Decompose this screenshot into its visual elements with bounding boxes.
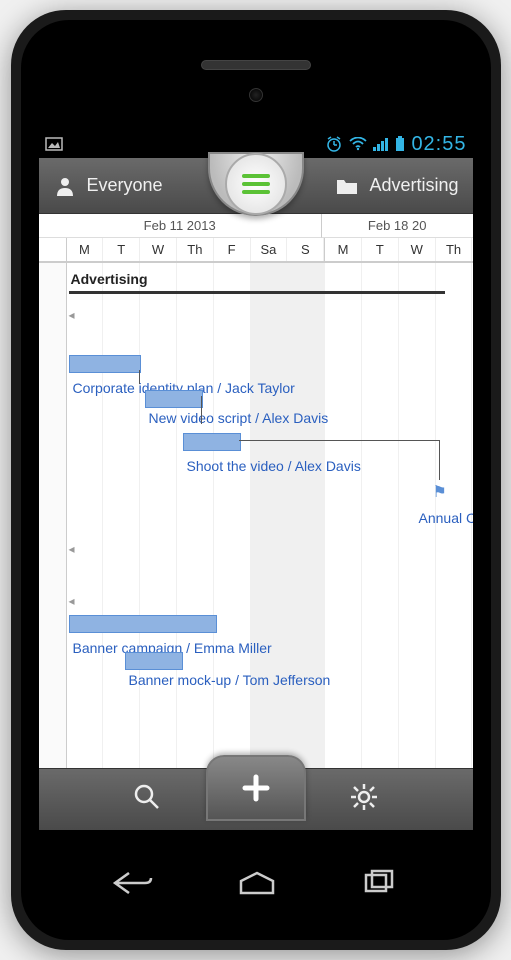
home-button[interactable] bbox=[235, 869, 279, 902]
recent-apps-button[interactable] bbox=[360, 869, 400, 902]
day-col: W bbox=[399, 238, 436, 261]
task-bar[interactable] bbox=[69, 615, 217, 633]
signal-icon bbox=[373, 137, 389, 151]
gantt-row: ◂ bbox=[39, 586, 473, 612]
task-label[interactable]: Annual Con bbox=[419, 510, 473, 526]
phone-inner: 02:55 Everyone bbox=[21, 20, 491, 940]
connector-line bbox=[201, 396, 202, 424]
gantt-row bbox=[39, 612, 473, 638]
connector-line bbox=[139, 370, 140, 384]
plus-icon bbox=[239, 771, 273, 805]
week2-label: Feb 18 20 bbox=[321, 214, 473, 238]
gantt-row bbox=[39, 352, 473, 378]
week1-label: Feb 11 2013 bbox=[39, 214, 321, 238]
back-button[interactable] bbox=[111, 869, 155, 902]
gantt-row: ◂ bbox=[39, 300, 473, 326]
task-bar[interactable] bbox=[69, 355, 141, 373]
gantt-row: Banner campaign / Emma Miller bbox=[39, 638, 473, 664]
task-bar[interactable] bbox=[125, 652, 183, 670]
day-col: M bbox=[324, 238, 362, 261]
day-col: Th bbox=[436, 238, 473, 261]
day-col: Sa bbox=[251, 238, 288, 261]
task-label[interactable]: New video script / Alex Davis bbox=[149, 410, 329, 426]
collapse-icon[interactable]: ◂ bbox=[69, 542, 75, 556]
wifi-icon bbox=[349, 137, 367, 151]
day-col: Th bbox=[177, 238, 214, 261]
gear-icon bbox=[349, 782, 379, 812]
gantt-row: Banner mock-up / Tom Jefferson bbox=[39, 664, 473, 690]
gantt-row: Corporate identity plan / Jack Taylor bbox=[39, 378, 473, 404]
status-time: 02:55 bbox=[411, 133, 466, 156]
day-col: T bbox=[103, 238, 140, 261]
phone-camera bbox=[249, 88, 263, 102]
day-labels-row: M T W Th F Sa S M T W Th bbox=[39, 238, 473, 262]
person-icon bbox=[53, 174, 77, 198]
header-right-label: Advertising bbox=[369, 175, 458, 196]
center-menu-button[interactable] bbox=[208, 152, 304, 216]
add-button[interactable] bbox=[206, 755, 306, 821]
timeline-header: Feb 11 2013 Feb 18 20 M T W Th F Sa S M … bbox=[39, 214, 473, 263]
gantt-row: Annual Con bbox=[39, 508, 473, 534]
section-title: Advertising bbox=[39, 269, 473, 289]
collapse-icon[interactable]: ◂ bbox=[69, 308, 75, 322]
collapse-icon[interactable]: ◂ bbox=[69, 594, 75, 608]
day-col: W bbox=[140, 238, 177, 261]
android-nav-bar bbox=[71, 860, 441, 910]
status-left bbox=[45, 137, 63, 151]
day-col: T bbox=[362, 238, 399, 261]
connector-line bbox=[239, 440, 439, 441]
search-button[interactable] bbox=[132, 782, 162, 817]
gantt-row: Shoot the video / Alex Davis bbox=[39, 456, 473, 482]
day-col: F bbox=[214, 238, 251, 261]
folder-icon bbox=[335, 176, 359, 196]
gantt-row bbox=[39, 430, 473, 456]
week-dates-row: Feb 11 2013 Feb 18 20 bbox=[39, 214, 473, 238]
gantt-row: ◂ bbox=[39, 534, 473, 560]
phone-frame: 02:55 Everyone bbox=[11, 10, 501, 950]
alarm-icon bbox=[325, 135, 343, 153]
settings-button[interactable] bbox=[349, 782, 379, 817]
phone-speaker bbox=[201, 60, 311, 70]
task-bar[interactable] bbox=[145, 390, 203, 408]
hamburger-icon bbox=[225, 153, 287, 215]
day-col: S bbox=[287, 238, 324, 261]
gantt-row: New video script / Alex Davis bbox=[39, 404, 473, 430]
section-underline bbox=[69, 291, 445, 294]
gantt-row bbox=[39, 560, 473, 586]
gantt-row bbox=[39, 326, 473, 352]
task-label[interactable]: Shoot the video / Alex Davis bbox=[187, 458, 361, 474]
bottom-toolbar bbox=[39, 768, 473, 830]
header-left-label: Everyone bbox=[87, 175, 163, 196]
image-icon bbox=[45, 137, 63, 151]
day-gutter bbox=[39, 238, 67, 261]
flag-icon: ⚑ bbox=[433, 482, 447, 502]
task-bar[interactable] bbox=[183, 433, 241, 451]
app-screen: 02:55 Everyone bbox=[39, 130, 473, 830]
task-label[interactable]: Banner mock-up / Tom Jefferson bbox=[129, 672, 331, 688]
app-header: Everyone Advertising bbox=[39, 158, 473, 214]
battery-icon bbox=[395, 136, 405, 152]
gantt-chart[interactable]: Advertising ◂ Corporate identity plan / … bbox=[39, 263, 473, 768]
gantt-row: ⚑ bbox=[39, 482, 473, 508]
gantt-content: Advertising ◂ Corporate identity plan / … bbox=[39, 263, 473, 768]
day-col: M bbox=[67, 238, 104, 261]
